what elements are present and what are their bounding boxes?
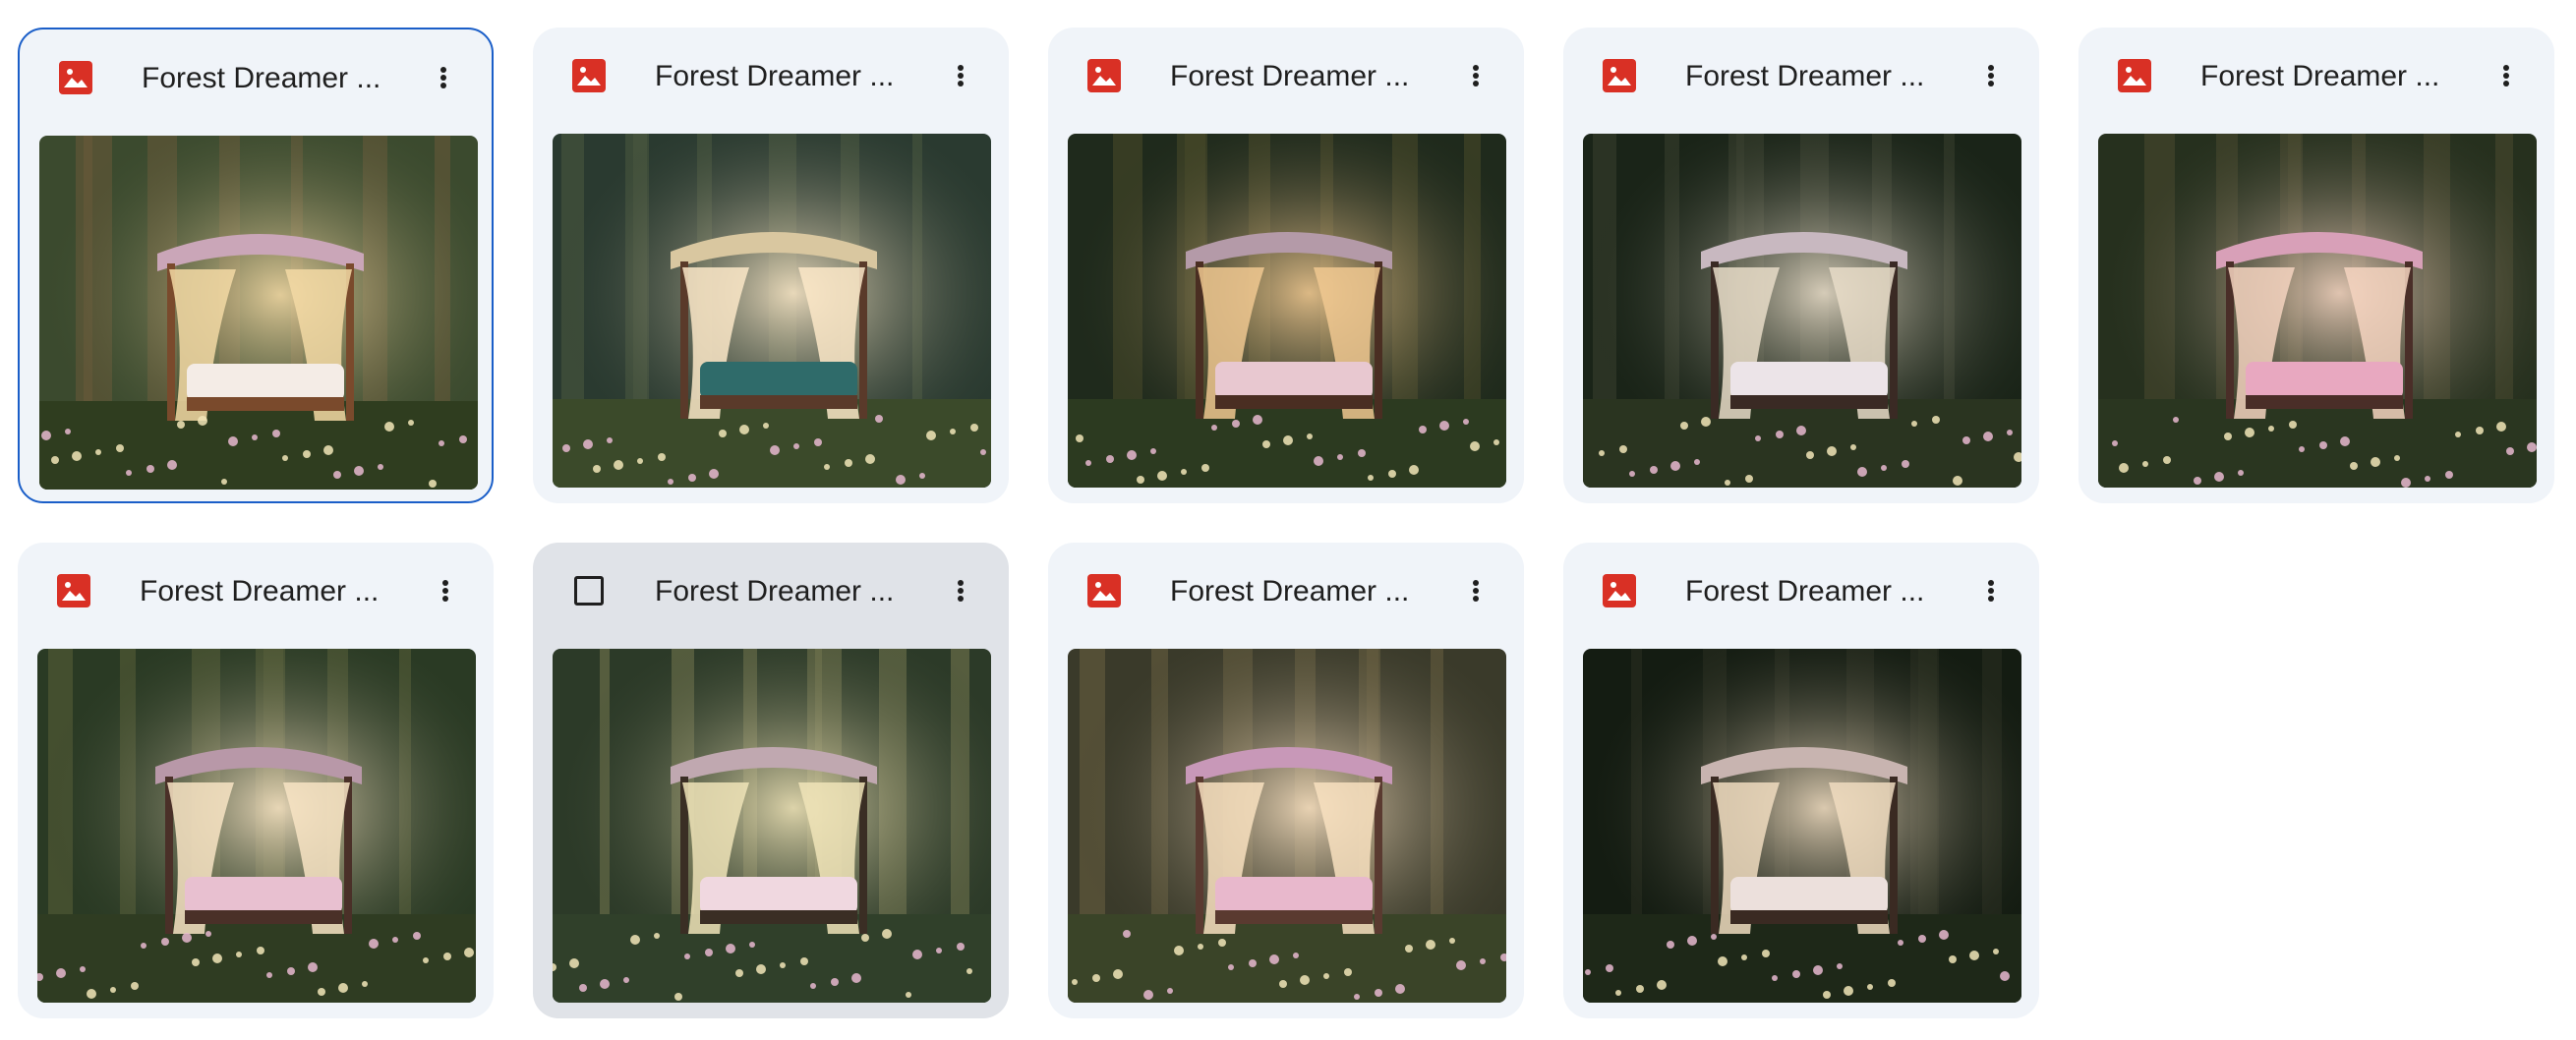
file-card[interactable]: Forest Dreamer ... — [1563, 543, 2039, 1018]
file-thumbnail[interactable] — [1583, 649, 2021, 1003]
more-options-button[interactable] — [1453, 53, 1498, 98]
file-card[interactable]: Forest Dreamer ... — [2078, 28, 2554, 503]
image-icon — [1603, 59, 1636, 92]
file-thumbnail[interactable] — [553, 649, 991, 1003]
more-options-button[interactable] — [1453, 568, 1498, 613]
image-icon — [572, 59, 606, 92]
file-card-header: Forest Dreamer ... — [533, 28, 1009, 122]
image-icon — [59, 61, 92, 94]
file-thumbnail[interactable] — [553, 134, 991, 488]
more-options-button[interactable] — [1968, 568, 2014, 613]
file-card-header: Forest Dreamer ... — [533, 543, 1009, 637]
file-thumbnail[interactable] — [37, 649, 476, 1003]
file-card[interactable]: Forest Dreamer ... — [1048, 543, 1524, 1018]
image-icon — [1603, 574, 1636, 607]
file-thumbnail[interactable] — [39, 136, 478, 490]
file-thumbnail[interactable] — [2098, 134, 2537, 488]
file-card-header: Forest Dreamer ... — [2078, 28, 2554, 122]
file-title: Forest Dreamer ... — [1685, 575, 1925, 607]
file-card-header: Forest Dreamer ... — [1563, 28, 2039, 122]
file-grid: Forest Dreamer ... Forest Dreamer ... Fo… — [0, 0, 2576, 1040]
file-thumbnail[interactable] — [1583, 134, 2021, 488]
file-card-header: Forest Dreamer ... — [20, 29, 492, 124]
more-options-button[interactable] — [423, 568, 468, 613]
file-card-header: Forest Dreamer ... — [1048, 28, 1524, 122]
file-card[interactable]: Forest Dreamer ... — [533, 28, 1009, 503]
file-title: Forest Dreamer ... — [1170, 575, 1410, 607]
more-options-button[interactable] — [2484, 53, 2529, 98]
file-thumbnail[interactable] — [1068, 134, 1506, 488]
file-card[interactable]: Forest Dreamer ... — [533, 543, 1009, 1018]
file-title: Forest Dreamer ... — [140, 575, 380, 607]
file-title: Forest Dreamer ... — [655, 575, 895, 607]
image-icon — [57, 574, 90, 607]
file-card-header: Forest Dreamer ... — [1048, 543, 1524, 637]
image-icon — [1087, 59, 1121, 92]
checkbox-icon[interactable] — [574, 576, 604, 606]
file-title: Forest Dreamer ... — [1170, 60, 1410, 92]
more-options-button[interactable] — [421, 55, 466, 100]
file-title: Forest Dreamer ... — [1685, 60, 1925, 92]
image-icon — [1087, 574, 1121, 607]
more-options-button[interactable] — [938, 53, 983, 98]
file-card[interactable]: Forest Dreamer ... — [1048, 28, 1524, 503]
file-title: Forest Dreamer ... — [142, 62, 381, 94]
more-options-button[interactable] — [938, 568, 983, 613]
file-title: Forest Dreamer ... — [655, 60, 895, 92]
file-card[interactable]: Forest Dreamer ... — [18, 28, 494, 503]
file-card[interactable]: Forest Dreamer ... — [18, 543, 494, 1018]
more-options-button[interactable] — [1968, 53, 2014, 98]
file-card-header: Forest Dreamer ... — [1563, 543, 2039, 637]
image-icon — [2118, 59, 2151, 92]
file-title: Forest Dreamer ... — [2200, 60, 2440, 92]
file-thumbnail[interactable] — [1068, 649, 1506, 1003]
file-card[interactable]: Forest Dreamer ... — [1563, 28, 2039, 503]
file-card-header: Forest Dreamer ... — [18, 543, 494, 637]
